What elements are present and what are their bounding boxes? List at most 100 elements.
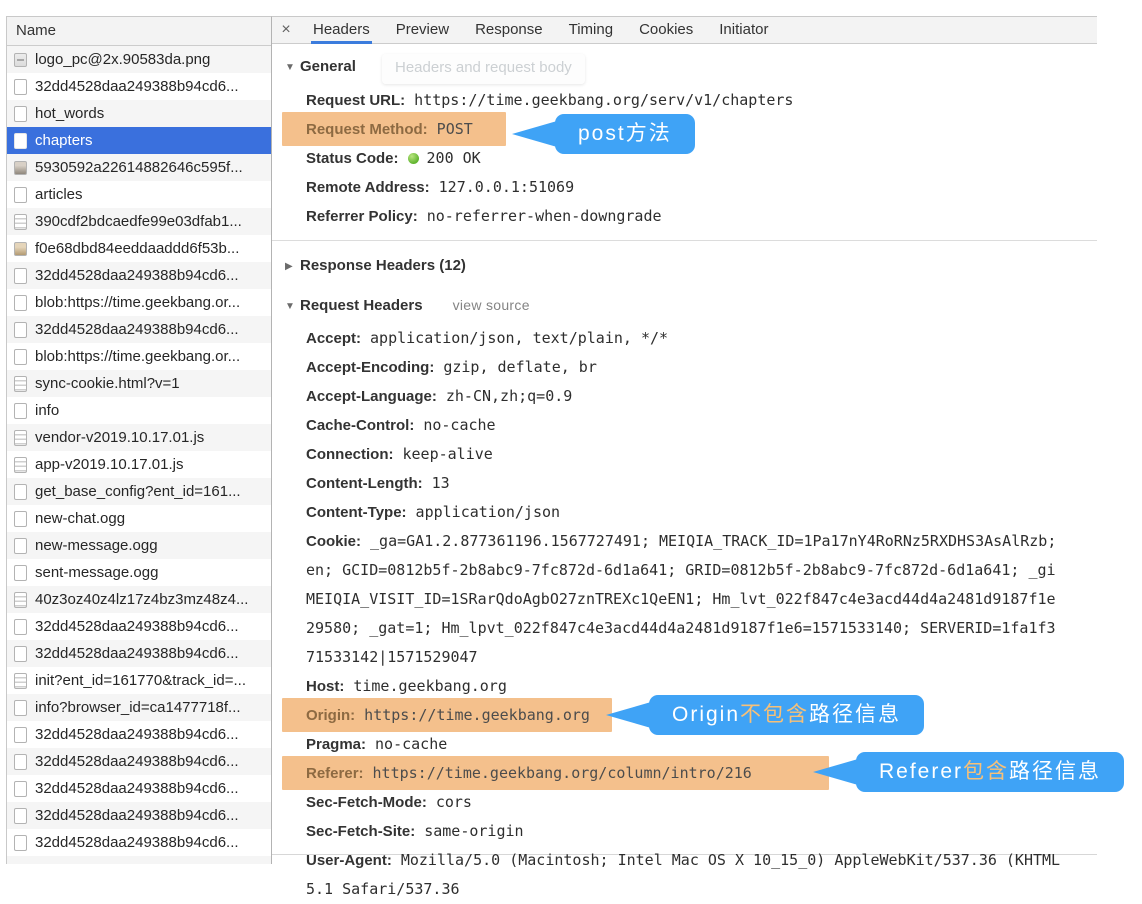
callout-text: Origin <box>672 703 740 726</box>
header-item: Request URL:https://time.geekbang.org/se… <box>272 86 1097 115</box>
network-request-row[interactable]: get_base_config?ent_id=161... <box>7 478 271 505</box>
network-request-row[interactable]: info <box>7 397 271 424</box>
network-request-row[interactable]: new-message.ogg <box>7 532 271 559</box>
header-line: Request Method: POST <box>306 115 1097 144</box>
document-icon <box>14 727 27 743</box>
network-request-row[interactable]: 32dd4528daa249388b94cd6... <box>7 73 271 100</box>
callout-text: 包含 <box>963 760 1009 783</box>
network-request-row[interactable]: init?ent_id=161770&track_id=... <box>7 667 271 694</box>
header-line: Content-Type:application/json <box>306 498 1097 527</box>
annotation-callout: Origin不包含路径信息 <box>649 695 924 735</box>
header-item: Content-Length:13 <box>272 469 1097 498</box>
general-items: Request URL:https://time.geekbang.org/se… <box>272 86 1097 231</box>
image-thumbnail-icon <box>14 161 27 175</box>
network-request-row[interactable]: info?browser_id=ca1477718f... <box>7 694 271 721</box>
header-name: Sec-Fetch-Mode: <box>306 794 427 811</box>
document-icon <box>14 835 27 851</box>
header-line: Accept-Language:zh-CN,zh;q=0.9 <box>306 382 1097 411</box>
network-request-row[interactable]: vendor-v2019.10.17.01.js <box>7 424 271 451</box>
request-name: 32dd4528daa249388b94cd6... <box>35 753 239 770</box>
tab-cookies[interactable]: Cookies <box>626 17 706 43</box>
network-request-row[interactable]: 32dd4528daa249388b94cd6... <box>7 748 271 775</box>
header-value: POST <box>437 120 473 138</box>
callout-tail-icon <box>512 121 557 147</box>
header-item: Remote Address:127.0.0.1:51069 <box>272 173 1097 202</box>
response-headers-section-header[interactable]: Response Headers (12) <box>285 256 1097 275</box>
header-item: Sec-Fetch-Site:same-origin <box>272 817 1097 846</box>
network-request-row[interactable]: 32dd4528daa249388b94cd6... <box>7 613 271 640</box>
header-name: Referrer Policy: <box>306 208 418 225</box>
header-name: Request Method: <box>306 121 428 138</box>
tab-response[interactable]: Response <box>462 17 556 43</box>
tabs-group: HeadersPreviewResponseTimingCookiesIniti… <box>300 17 781 43</box>
network-request-row[interactable]: sent-message.ogg <box>7 559 271 586</box>
network-request-row[interactable]: 32dd4528daa249388b94cd6... <box>7 640 271 667</box>
view-source-link[interactable]: view source <box>453 297 530 313</box>
header-value: keep-alive <box>403 445 493 463</box>
header-line: Sec-Fetch-Mode:cors <box>306 788 1097 817</box>
network-request-row[interactable]: 32dd4528daa249388b94cd6... <box>7 721 271 748</box>
network-request-row[interactable]: blob:https://time.geekbang.or... <box>7 343 271 370</box>
header-value: zh-CN,zh;q=0.9 <box>446 387 572 405</box>
close-icon[interactable]: × <box>272 17 300 43</box>
network-request-row[interactable]: 32dd4528daa249388b94cd6... <box>7 775 271 802</box>
network-request-row[interactable]: 390cdf2bdcaedfe99e03dfab1... <box>7 208 271 235</box>
network-request-row[interactable]: app-v2019.10.17.01.js <box>7 451 271 478</box>
network-request-row[interactable]: 32dd4528daa249388b94cd6... <box>7 316 271 343</box>
network-request-row[interactable]: chapters <box>7 127 271 154</box>
header-line: 29580; _gat=1; Hm_lpvt_022f847c4e3acd44d… <box>306 614 1097 643</box>
header-line: Remote Address:127.0.0.1:51069 <box>306 173 1097 202</box>
header-value: 127.0.0.1:51069 <box>439 178 574 196</box>
header-item: Cache-Control:no-cache <box>272 411 1097 440</box>
callout-text: Referer <box>879 760 963 783</box>
script-icon <box>14 214 27 230</box>
header-line: Status Code:200 OK <box>306 144 1097 173</box>
document-icon <box>14 646 27 662</box>
document-icon <box>14 781 27 797</box>
header-value: no-referrer-when-downgrade <box>427 207 662 225</box>
network-request-row[interactable]: 32dd4528daa249388b94cd6... <box>7 262 271 289</box>
header-value: gzip, deflate, br <box>443 358 597 376</box>
network-request-row[interactable]: 5930592a22614882646c595f... <box>7 154 271 181</box>
network-request-row[interactable]: sync-cookie.html?v=1 <box>7 370 271 397</box>
network-request-row[interactable]: hot_words <box>7 100 271 127</box>
header-value: https://time.geekbang.org/serv/v1/chapte… <box>414 91 793 109</box>
network-request-row[interactable]: new-chat.ogg <box>7 505 271 532</box>
name-column-header[interactable]: Name <box>7 17 271 46</box>
request-header-items: Accept:application/json, text/plain, */*… <box>272 324 1097 904</box>
document-icon <box>14 133 27 149</box>
network-request-row[interactable]: blob:https://time.geekbang.or... <box>7 289 271 316</box>
header-value: MEIQIA_VISIT_ID=1SRarQdoAgbO27znTREXc1Qe… <box>306 590 1056 608</box>
request-name: init?ent_id=161770&track_id=... <box>35 672 246 689</box>
network-request-row[interactable]: f0e68dbd84eeddaaddd6f53b... <box>7 235 271 262</box>
network-request-row[interactable]: articles <box>7 181 271 208</box>
request-name: 32dd4528daa249388b94cd6... <box>35 78 239 95</box>
list-filler-row <box>7 856 271 864</box>
network-request-row[interactable]: 40z3oz40z4lz17z4bz3mz48z4... <box>7 586 271 613</box>
document-icon <box>14 268 27 284</box>
request-name: logo_pc@2x.90583da.png <box>35 51 210 68</box>
request-name: get_base_config?ent_id=161... <box>35 483 241 500</box>
tab-initiator[interactable]: Initiator <box>706 17 781 43</box>
request-headers-section-header[interactable]: Request Headersview source <box>285 296 1097 315</box>
header-value: application/json, text/plain, */* <box>370 329 668 347</box>
document-icon <box>14 349 27 365</box>
header-value: 5.1 Safari/537.36 <box>306 880 460 898</box>
network-request-row[interactable]: 32dd4528daa249388b94cd6... <box>7 829 271 856</box>
tab-preview[interactable]: Preview <box>383 17 462 43</box>
network-request-row[interactable]: 32dd4528daa249388b94cd6... <box>7 802 271 829</box>
tab-timing[interactable]: Timing <box>556 17 626 43</box>
header-item: User-Agent:Mozilla/5.0 (Macintosh; Intel… <box>272 846 1097 904</box>
tab-headers[interactable]: Headers <box>300 17 383 43</box>
header-name: Status Code: <box>306 150 399 167</box>
request-name: new-chat.ogg <box>35 510 125 527</box>
document-icon <box>14 619 27 635</box>
network-request-row[interactable]: logo_pc@2x.90583da.png <box>7 46 271 73</box>
general-section-label: General <box>300 58 356 75</box>
header-name: Host: <box>306 678 344 695</box>
header-name: Content-Length: <box>306 475 423 492</box>
document-icon <box>14 754 27 770</box>
annotation-callout: Referer包含路径信息 <box>856 752 1124 792</box>
request-name: new-message.ogg <box>35 537 158 554</box>
document-icon <box>14 106 27 122</box>
